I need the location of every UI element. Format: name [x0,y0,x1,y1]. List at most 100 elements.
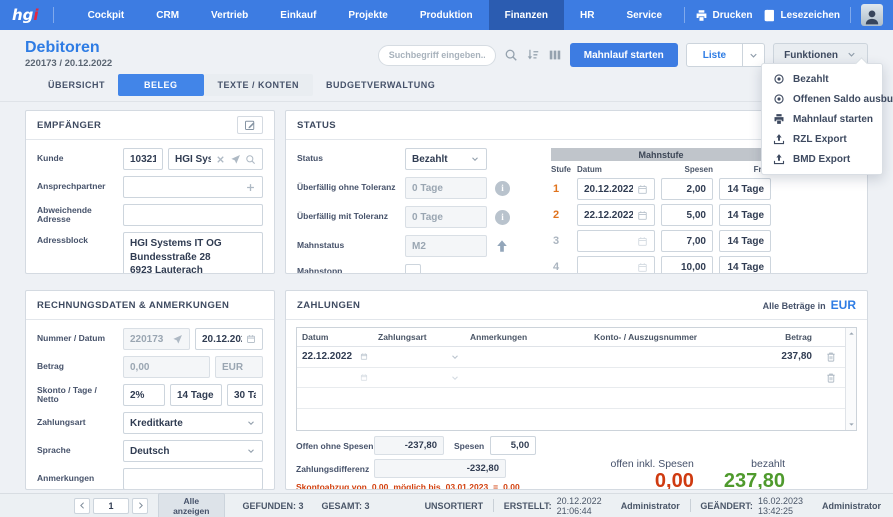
calendar-icon[interactable] [637,210,648,221]
next-page-button[interactable] [132,498,148,514]
tab-texte-konten[interactable]: TEXTE / KONTEN [204,74,314,96]
prev-page-button[interactable] [74,498,90,514]
mahnstufe-frist-field[interactable] [719,178,771,200]
menu-item-label: Mahnlauf starten [793,114,873,125]
clear-icon[interactable] [215,154,226,165]
payment-datum[interactable]: 22.12.2022 [297,351,355,362]
calendar-icon[interactable] [637,236,648,247]
payment-row-empty[interactable] [297,409,845,430]
calendar-icon[interactable] [246,334,256,344]
zahlungsart-dropdown[interactable] [373,352,465,362]
nav-item-einkauf[interactable]: Einkauf [264,0,332,30]
search-icon[interactable] [245,154,256,165]
menu-item-offenen-saldo[interactable]: Offenen Saldo ausbuch. [762,89,882,109]
status-select[interactable]: Bezahlt [405,148,487,170]
ueberfaellig-ohne-toleranz-label: Überfällig ohne Toleranz [297,183,405,192]
mahnlauf-starten-button[interactable]: Mahnlauf starten [570,43,678,67]
calendar-icon[interactable] [355,351,373,362]
plus-icon[interactable] [245,182,256,193]
nav-item-produktion[interactable]: Produktion [404,0,489,30]
print-button[interactable]: Drucken [695,9,753,22]
beleg-datum-field[interactable]: 20.12.2022 [195,328,263,350]
zahlungsart-dropdown[interactable] [373,373,465,383]
zahlungsart-label: Zahlungsart [37,418,123,427]
sort-status: UNSORTIERT [425,501,484,511]
abweichende-adresse-field[interactable] [123,204,263,226]
caret-up-icon[interactable] [847,329,856,338]
mahnstufe-spesen-field[interactable] [661,204,713,226]
mahnstufe-datum-field[interactable] [577,256,655,273]
nav-item-cockpit[interactable]: Cockpit [72,0,141,30]
edit-recipient-button[interactable] [237,116,263,134]
payment-betrag[interactable]: 237,80 [739,351,817,362]
col-zahlungsart: Zahlungsart [373,332,465,342]
menu-item-bezahlt[interactable]: Bezahlt [762,69,882,89]
payments-scrollbar[interactable] [845,328,856,430]
calendar-icon[interactable] [355,372,373,383]
person-icon [863,8,881,26]
navigate-icon[interactable] [172,334,183,345]
mahnstufe-frist-field[interactable] [719,230,771,252]
nav-item-vertrieb[interactable]: Vertrieb [195,0,264,30]
kunde-name-value: HGI Systems IT OG [175,154,211,165]
nav-item-crm[interactable]: CRM [140,0,195,30]
info-icon[interactable] [495,210,510,225]
currency-code[interactable]: EUR [831,298,856,312]
nummer-datum-label: Nummer / Datum [37,334,123,343]
sort-icon[interactable] [526,48,540,62]
nav-item-hr[interactable]: HR [564,0,610,30]
info-icon[interactable] [495,181,510,196]
caret-down-icon[interactable] [847,420,856,429]
mahnstufe-frist-field[interactable] [719,204,771,226]
netto-tage-field[interactable] [227,384,263,406]
nav-item-finanzen[interactable]: Finanzen [489,0,564,30]
geaendert-value: 16.02.2023 13:42:25 [758,496,817,516]
page-number-input[interactable] [93,498,129,514]
offen-inkl-spesen-value: 0,00 [611,470,694,489]
spesen-field[interactable] [490,436,536,455]
alle-anzeigen-button[interactable]: Alle anzeigen [158,493,225,517]
kunde-name-field[interactable]: HGI Systems IT OG [168,148,263,170]
navigate-icon[interactable] [230,154,241,165]
delete-payment-button[interactable] [817,351,845,363]
menu-item-bmd-export[interactable]: BMD Export [762,149,882,169]
ansprechpartner-field[interactable] [123,176,263,198]
erstellt-value: 20.12.2022 21:06:44 [557,496,616,516]
calendar-icon[interactable] [637,184,648,195]
anmerkungen-field[interactable] [123,468,263,489]
search-icon[interactable] [504,48,518,62]
skonto-tage-field[interactable] [170,384,222,406]
tab-uebersicht[interactable]: ÜBERSICHT [35,74,118,96]
mahnstufe-frist-field[interactable] [719,256,771,273]
user-avatar[interactable] [861,4,883,26]
kunde-nummer-field[interactable] [123,148,163,170]
nav-item-projekte[interactable]: Projekte [332,0,403,30]
mahnstufe-spesen-field[interactable] [661,178,713,200]
tab-budgetverwaltung[interactable]: BUDGETVERWALTUNG [313,74,448,96]
mahnstopp-checkbox[interactable] [405,264,421,273]
payment-row[interactable]: 22.12.2022 237,80 [297,347,845,368]
mahnstufe-datum-field[interactable]: 20.12.2022 [577,178,655,200]
mahnstufe-spesen-field[interactable] [661,256,713,273]
skonto-field[interactable] [123,384,165,406]
calendar-icon[interactable] [637,262,648,273]
nav-item-service[interactable]: Service [610,0,678,30]
delete-payment-button[interactable] [817,372,845,384]
zahlungsart-select[interactable]: Kreditkarte [123,412,263,434]
search-input[interactable] [378,45,496,66]
tab-beleg[interactable]: BELEG [118,74,204,96]
liste-button[interactable]: Liste [686,43,743,67]
mahnstufe-datum-field[interactable] [577,230,655,252]
mahnstufe-spesen-field[interactable] [661,230,713,252]
columns-icon[interactable] [548,48,562,62]
menu-item-rzl-export[interactable]: RZL Export [762,129,882,149]
mahnstufe-datum-field[interactable]: 22.12.2022 [577,204,655,226]
payment-row-empty[interactable] [297,388,845,409]
bookmark-button[interactable]: Lesezeichen [763,9,840,22]
payment-row[interactable] [297,368,845,389]
adressblock-field[interactable]: HGI Systems IT OG Bundesstraße 28 6923 L… [123,232,263,273]
raise-dunning-level-button[interactable] [495,239,509,253]
menu-item-mahnlauf-starten[interactable]: Mahnlauf starten [762,109,882,129]
sprache-select[interactable]: Deutsch [123,440,263,462]
mahnstopp-label: Mahnstopp [297,267,405,273]
